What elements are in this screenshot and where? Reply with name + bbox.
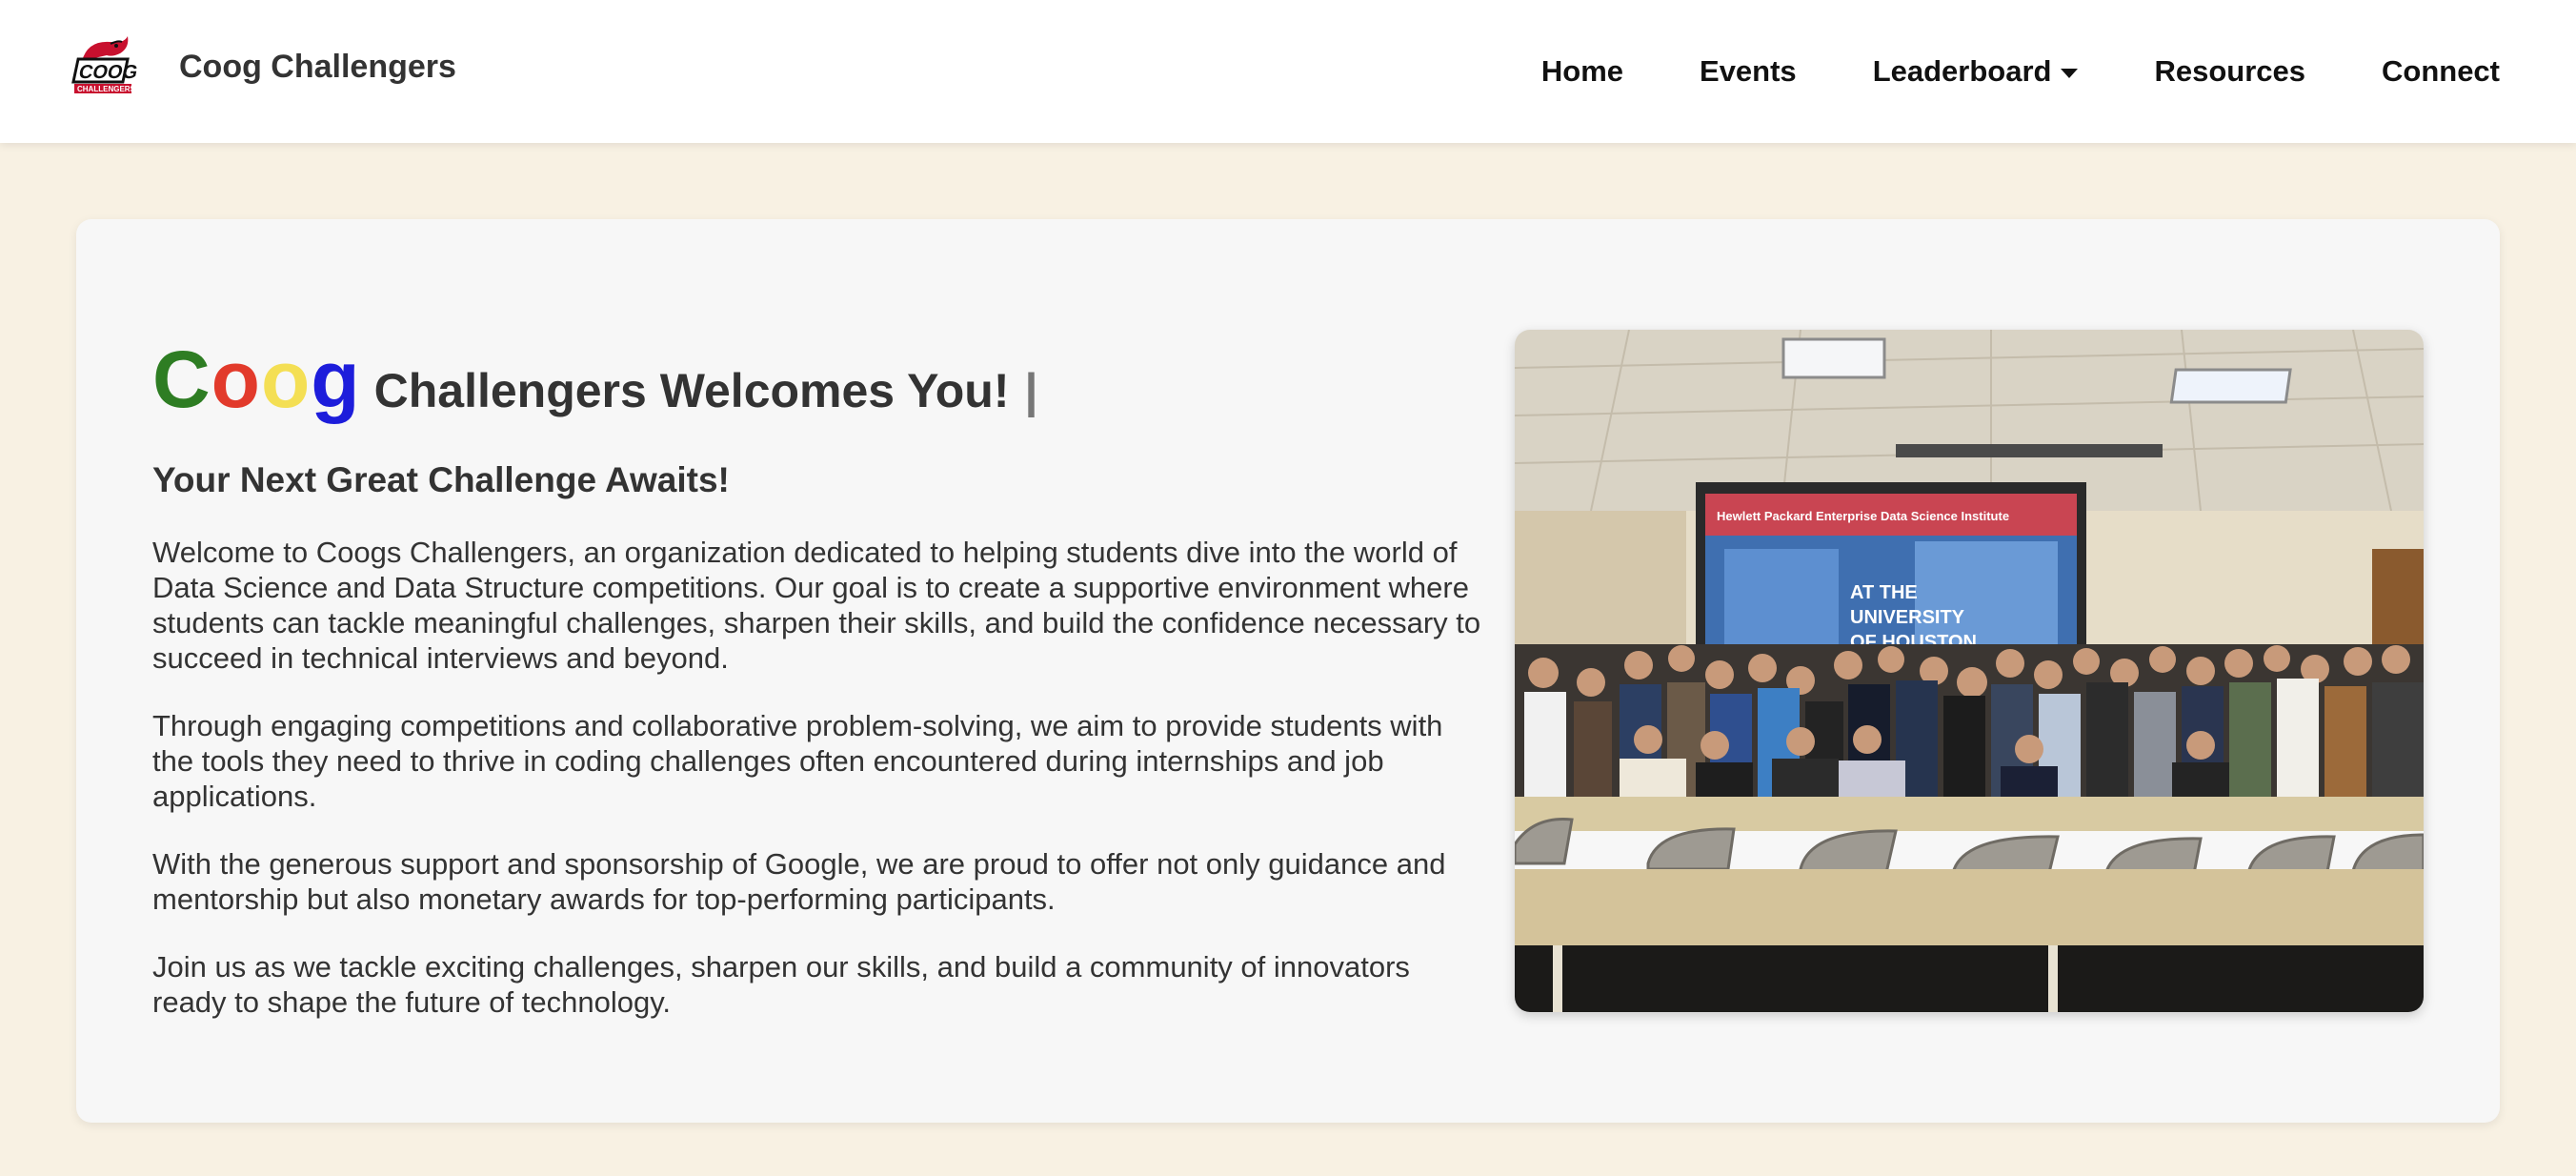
nav-resources[interactable]: Resources (2154, 54, 2305, 89)
intro-paragraph: Welcome to Coogs Challengers, an organiz… (152, 536, 1481, 675)
coog-letter: g (311, 335, 361, 424)
nav-connect[interactable]: Connect (2382, 54, 2500, 89)
typing-cursor: | (1024, 364, 1038, 417)
nav-events[interactable]: Events (1700, 54, 1797, 89)
group-photo-image: Hewlett Packard Enterprise Data Science … (1515, 330, 2424, 1012)
coog-letter: C (152, 335, 211, 424)
svg-text:CHALLENGERS: CHALLENGERS (77, 85, 136, 93)
caret-down-icon[interactable] (2061, 69, 2079, 78)
coog-challengers-logo[interactable]: COOG CHALLENGERS (69, 32, 141, 101)
welcome-text: Coog Challengers Welcomes You! | Your Ne… (152, 334, 1486, 1020)
screen-text: Hewlett Packard Enterprise Data Science … (1717, 509, 2009, 523)
coog-letter: o (260, 335, 312, 424)
svg-text:COOG: COOG (77, 62, 140, 83)
coog-colored-word: Coog (152, 334, 361, 426)
sponsorship-paragraph: With the generous support and sponsorshi… (152, 847, 1446, 916)
nav-leaderboard-label[interactable]: Leaderboard (1873, 54, 2052, 89)
page-title: Coog Challengers Welcomes You! | (152, 334, 1486, 426)
title-rest: Challengers Welcomes You! (373, 364, 1010, 417)
brand[interactable]: COOG CHALLENGERS Coog Challengers (69, 32, 456, 101)
coog-letter: o (211, 335, 261, 424)
screen-text: UNIVERSITY (1850, 607, 1965, 628)
top-navbar: COOG CHALLENGERS Coog Challengers Home E… (0, 0, 2576, 143)
tagline: Your Next Great Challenge Awaits! (152, 460, 730, 499)
brand-name[interactable]: Coog Challengers (179, 49, 456, 86)
join-paragraph: Join us as we tackle exciting challenges… (152, 950, 1410, 1019)
nav-leaderboard[interactable]: Leaderboard (1873, 54, 2079, 89)
group-photo: Hewlett Packard Enterprise Data Science … (1515, 330, 2424, 1012)
main-nav: Home Events Leaderboard Resources Connec… (1541, 0, 2500, 143)
welcome-card: Coog Challengers Welcomes You! | Your Ne… (76, 219, 2500, 1123)
nav-home[interactable]: Home (1541, 54, 1623, 89)
mission-paragraph: Through engaging competitions and collab… (152, 709, 1443, 813)
screen-text: AT THE (1850, 582, 1918, 603)
